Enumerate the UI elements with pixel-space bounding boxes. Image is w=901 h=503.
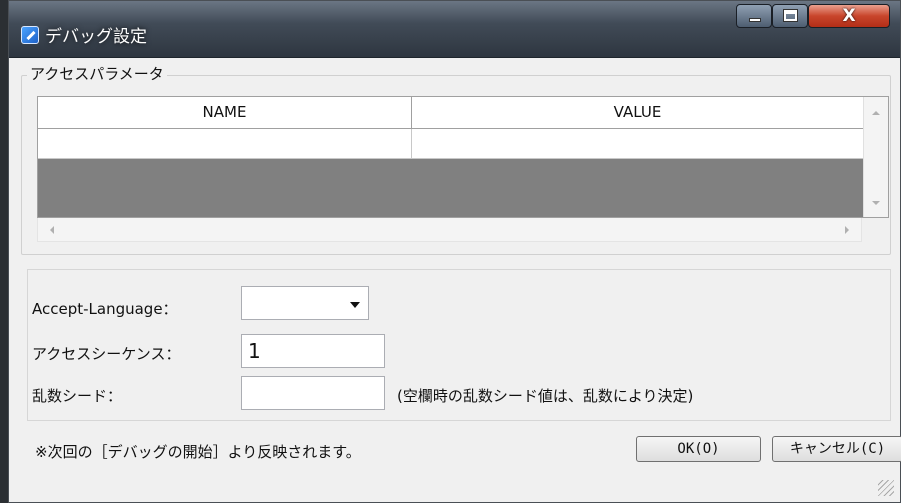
- scroll-left-icon[interactable]: [50, 226, 54, 234]
- resize-grip-icon[interactable]: [878, 480, 894, 496]
- debug-settings-dialog: デバッグ設定 X アクセスパラメータ NAME VALUE Accept-Lan…: [8, 0, 901, 503]
- cancel-button[interactable]: キャンセル(C): [772, 436, 901, 462]
- scroll-up-icon[interactable]: [872, 111, 880, 115]
- random-seed-input[interactable]: [241, 376, 385, 410]
- background-edge: [0, 0, 8, 503]
- close-button[interactable]: X: [808, 4, 890, 28]
- grid-header: NAME VALUE: [38, 97, 863, 129]
- random-seed-hint: (空欄時の乱数シード値は、乱数により決定): [397, 387, 694, 405]
- column-header-value[interactable]: VALUE: [412, 97, 863, 128]
- access-parameters-grid[interactable]: NAME VALUE: [37, 96, 889, 218]
- app-icon: [21, 26, 39, 44]
- horizontal-scrollbar[interactable]: [37, 218, 862, 242]
- title-bar[interactable]: デバッグ設定 X: [9, 1, 900, 58]
- scroll-right-icon[interactable]: [845, 226, 849, 234]
- close-icon: X: [842, 6, 856, 26]
- access-sequence-label: アクセスシーケンス：: [32, 345, 181, 363]
- access-parameters-label: アクセスパラメータ: [27, 63, 167, 84]
- cell-name[interactable]: [38, 129, 412, 158]
- maximize-button[interactable]: [772, 4, 808, 28]
- scroll-down-icon[interactable]: [872, 201, 880, 205]
- accept-language-combo[interactable]: [241, 286, 369, 320]
- column-header-name[interactable]: NAME: [38, 97, 412, 128]
- table-row[interactable]: [38, 129, 863, 159]
- accept-language-label: Accept-Language：: [32, 300, 178, 318]
- window-title: デバッグ設定: [45, 27, 147, 47]
- minimize-button[interactable]: [736, 4, 772, 28]
- dropdown-arrow-icon[interactable]: [350, 302, 360, 308]
- grid-empty-area: [38, 159, 863, 217]
- vertical-scrollbar[interactable]: [863, 97, 888, 217]
- apply-note: ※次回の［デバッグの開始］より反映されます。: [35, 443, 361, 461]
- access-sequence-input[interactable]: 1: [241, 334, 385, 368]
- ok-button[interactable]: OK(O): [636, 436, 761, 462]
- access-sequence-value: 1: [248, 339, 261, 363]
- random-seed-label: 乱数シード：: [32, 387, 123, 405]
